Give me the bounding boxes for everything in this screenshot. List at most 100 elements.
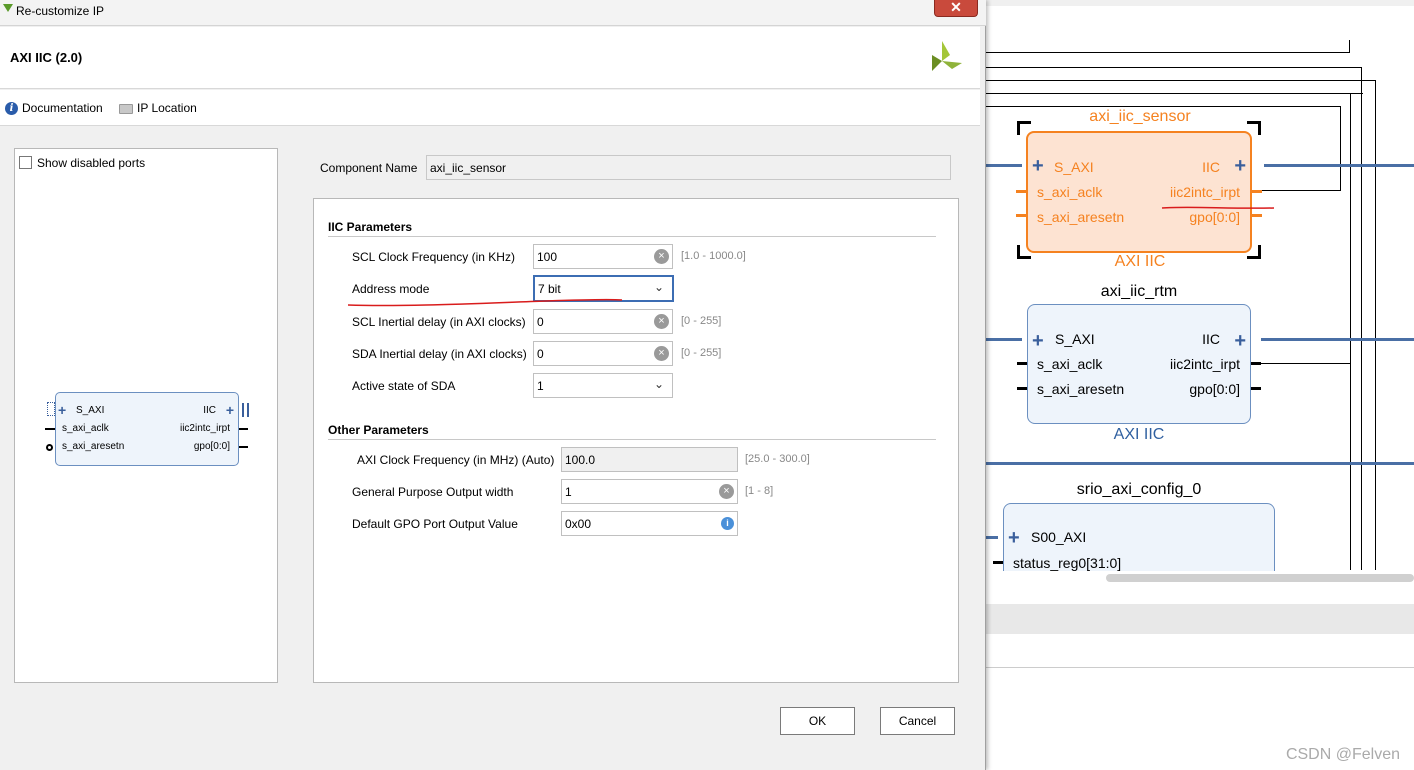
scl-inertial-input[interactable]: 0 × [533,309,673,334]
canvas-toolbar-strip [986,0,1414,6]
axi-clk-label: AXI Clock Frequency (in MHz) (Auto) [357,453,555,467]
sda-active-select[interactable]: 1 ⌄ [533,373,673,398]
vivado-app-icon [3,4,13,12]
reset-pin-icon [46,444,53,451]
sda-active-value: 1 [537,379,544,393]
symbol-port-label: S_AXI [76,405,105,416]
clear-icon[interactable]: × [654,346,669,361]
clear-icon[interactable]: × [719,484,734,499]
gpo-width-value: 1 [565,485,572,499]
port-label: S_AXI [1055,331,1095,347]
chevron-down-icon: ⌄ [653,377,664,391]
ip-block-axi-iic-sensor[interactable]: + S_AXI s_axi_aclk s_axi_aresetn IIC + i… [1026,131,1252,253]
show-disabled-ports-label: Show disabled ports [37,156,146,170]
cancel-button[interactable]: Cancel [880,707,955,735]
port-label: iic2intc_irpt [1169,184,1240,200]
symbol-panel: Show disabled ports + S_AXI s_axi_aclk s… [14,148,278,683]
sda-active-label: Active state of SDA [352,379,456,393]
gpo-default-label: Default GPO Port Output Value [352,517,518,531]
port-label: S_AXI [1054,159,1094,175]
watermark: CSDN @Felven [1285,746,1400,763]
port-label: s_axi_aresetn [1037,209,1125,225]
ip-block-srio-axi-config[interactable]: + S00_AXI status_reg0[31:0] [1003,503,1275,571]
dialog-header: AXI IIC (2.0) [0,27,980,89]
sda-inertial-input[interactable]: 0 × [533,341,673,366]
clear-icon[interactable]: × [654,314,669,329]
close-button[interactable]: ✕ [934,0,978,17]
expand-plus-icon[interactable]: + [1234,156,1246,176]
clear-icon[interactable]: × [654,249,669,264]
scl-freq-input[interactable]: 100 × [533,244,673,269]
scl-freq-label: SCL Clock Frequency (in KHz) [352,250,515,264]
sda-inertial-value: 0 [537,347,544,361]
documentation-label: Documentation [22,101,103,115]
bus-wire [986,338,1022,341]
component-name-field[interactable]: axi_iic_sensor [426,155,951,180]
ip-location-link[interactable]: IP Location [119,101,197,115]
net-line [986,80,1376,81]
axi-clk-input[interactable]: 100.0 [561,447,738,472]
bus-wire [986,462,1414,465]
other-parameters-heading: Other Parameters [328,423,429,437]
bus-wire [986,164,1022,167]
canvas-divider [986,667,1414,668]
sda-inertial-label: SDA Inertial delay (in AXI clocks) [352,347,527,361]
port-pin [1251,362,1261,365]
section-divider [328,236,936,237]
documentation-link[interactable]: i Documentation [5,101,103,115]
gpo-width-input[interactable]: 1 × [561,479,738,504]
ip-location-label: IP Location [137,101,197,115]
xilinx-logo-icon [932,41,962,71]
ok-button[interactable]: OK [780,707,855,735]
block-design-canvas[interactable]: axi_iic_sensor + S_AXI s_axi_aclk s_axi_… [986,0,1414,770]
net-line [986,106,1341,107]
canvas-status-strip [986,604,1414,634]
port-label: gpo[0:0] [1189,381,1240,397]
gpo-default-input[interactable]: 0x00 i [561,511,738,536]
bus-wire [1261,338,1414,341]
expand-plus-icon[interactable]: + [1008,528,1020,548]
port-label: s_axi_aclk [1037,356,1103,372]
net-line [986,67,1362,68]
gpo-default-value: 0x00 [565,517,592,531]
horizontal-scrollbar[interactable] [1106,574,1414,582]
address-mode-label: Address mode [352,282,430,296]
show-disabled-ports-checkbox[interactable] [19,156,32,169]
port-pin [1017,387,1027,390]
info-icon[interactable]: i [721,517,734,530]
symbol-port-label: IIC [203,405,216,416]
close-icon: ✕ [950,0,962,15]
folder-icon [119,104,133,114]
expand-plus-icon[interactable]: + [1032,331,1044,351]
symbol-port-label: iic2intc_irpt [179,423,230,434]
chevron-down-icon: ⌄ [653,280,664,294]
section-divider [328,439,936,440]
port-label: S00_AXI [1031,529,1087,545]
info-icon: i [5,101,18,115]
expand-plus-icon: + [225,402,234,418]
expand-plus-icon[interactable]: + [1032,156,1044,176]
expand-plus-icon[interactable]: + [1234,331,1246,351]
sda-inertial-range: [0 - 255] [681,347,722,359]
parameters-panel: IIC Parameters SCL Clock Frequency (in K… [313,198,959,683]
port-pin [1017,362,1027,365]
ip-block-axi-iic-rtm[interactable]: + S_AXI s_axi_aclk s_axi_aresetn IIC + i… [1027,304,1251,424]
block-name: srio_axi_config_0 [1076,481,1202,498]
net-line [1256,190,1341,191]
port-pin [239,428,248,430]
port-pin [1251,387,1261,390]
bus-wire [1264,164,1414,167]
scl-inertial-range: [0 - 255] [681,315,722,327]
bus-wire [986,536,998,539]
address-mode-select[interactable]: 7 bit ⌄ [533,275,674,302]
port-label: iic2intc_irpt [1169,356,1240,372]
net-line [986,52,1350,53]
ip-block-srio-axi-config-clip: + S00_AXI status_reg0[31:0] [1003,503,1276,571]
port-pin [993,561,1003,564]
title-bar[interactable]: Re-customize IP ✕ [0,0,986,26]
address-mode-value: 7 bit [538,282,561,296]
ip-title: AXI IIC (2.0) [10,50,83,65]
net-line [1349,40,1350,53]
re-customize-ip-dialog: Re-customize IP ✕ AXI IIC (2.0) i Docume… [0,0,986,770]
symbol-port-label: s_axi_aclk [62,423,109,434]
